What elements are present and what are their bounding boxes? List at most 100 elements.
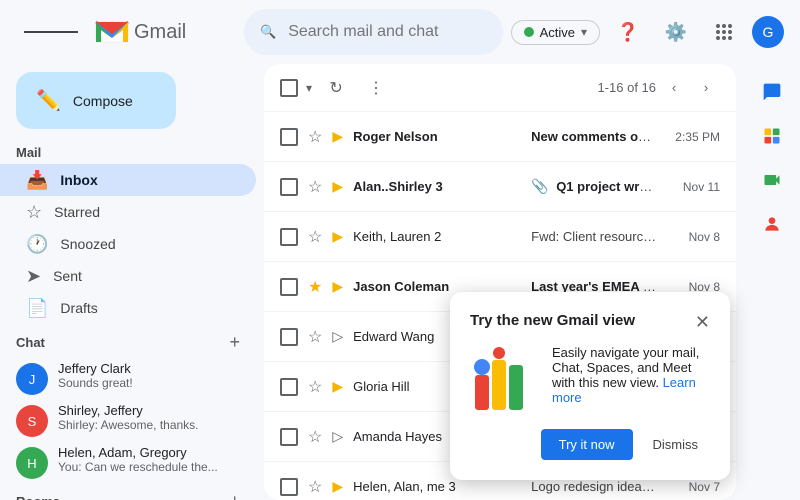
compose-button[interactable]: ✏️ Compose bbox=[16, 72, 176, 129]
add-room-button[interactable]: + bbox=[229, 491, 240, 500]
email-time: Nov 11 bbox=[665, 180, 720, 194]
email-sender: Alan..Shirley 3 bbox=[353, 179, 523, 194]
topbar: Gmail 🔍 Active ▾ ❓ ⚙️ G bbox=[0, 0, 800, 64]
gmail-view-popup: Try the new Gmail view ✕ Easily navigate… bbox=[450, 292, 730, 480]
email-time: Nov 7 bbox=[665, 480, 720, 494]
refresh-button[interactable]: ↻ bbox=[320, 72, 352, 104]
chat-section-label: Chat + bbox=[0, 324, 256, 357]
sidebar-item-snoozed[interactable]: 🕐 Snoozed bbox=[0, 228, 256, 260]
star-icon[interactable]: ☆ bbox=[308, 477, 322, 497]
status-badge[interactable]: Active ▾ bbox=[511, 20, 600, 45]
pagination-next[interactable]: › bbox=[692, 74, 720, 102]
help-button[interactable]: ❓ bbox=[608, 12, 648, 52]
try-it-now-button[interactable]: Try it now bbox=[541, 429, 633, 460]
email-subject: New comments on MCR2020 draft presentati… bbox=[531, 129, 657, 144]
right-panel bbox=[744, 64, 800, 500]
sent-icon: ➤ bbox=[26, 266, 41, 287]
add-chat-button[interactable]: + bbox=[229, 332, 240, 353]
settings-button[interactable]: ⚙️ bbox=[656, 12, 696, 52]
important-icon[interactable]: ▶ bbox=[332, 178, 343, 195]
important-icon[interactable]: ▶ bbox=[332, 378, 343, 395]
email-checkbox[interactable] bbox=[280, 328, 298, 346]
sidebar-item-inbox[interactable]: 📥 Inbox bbox=[0, 164, 256, 196]
compose-label: Compose bbox=[73, 93, 133, 109]
important-icon[interactable]: ▷ bbox=[332, 328, 343, 345]
status-label: Active bbox=[540, 25, 575, 40]
dismiss-button[interactable]: Dismiss bbox=[641, 429, 711, 460]
star-icon[interactable]: ☆ bbox=[308, 327, 322, 347]
popup-text: Easily navigate your mail, Chat, Spaces,… bbox=[552, 345, 710, 405]
email-row[interactable]: ☆ ▶ Roger Nelson New comments on MCR2020… bbox=[264, 112, 736, 162]
chat-item-jeffery[interactable]: J Jeffery Clark Sounds great! bbox=[0, 357, 256, 399]
important-icon[interactable]: ▶ bbox=[332, 478, 343, 495]
email-content: New comments on MCR2020 draft presentati… bbox=[531, 129, 657, 144]
rp-chat-icon[interactable] bbox=[752, 72, 792, 112]
important-icon[interactable]: ▶ bbox=[332, 228, 343, 245]
email-checkbox[interactable] bbox=[280, 428, 298, 446]
star-icon[interactable]: ☆ bbox=[308, 177, 322, 197]
important-icon[interactable]: ▶ bbox=[332, 128, 343, 145]
star-icon[interactable]: ☆ bbox=[308, 227, 322, 247]
email-row[interactable]: ☆ ▶ Keith, Lauren 2 Fwd: Client resource… bbox=[264, 212, 736, 262]
email-time: Nov 8 bbox=[665, 230, 720, 244]
sidebar-item-starred[interactable]: ☆ Starred bbox=[0, 196, 256, 228]
popup-title: Try the new Gmail view bbox=[470, 312, 635, 329]
important-icon[interactable]: ▷ bbox=[332, 428, 343, 445]
email-row[interactable]: ☆ ▶ Alan..Shirley 3 📎 Q1 project wrap-up… bbox=[264, 162, 736, 212]
mail-section-label: Mail bbox=[0, 137, 256, 164]
select-all-checkbox[interactable] bbox=[280, 79, 298, 97]
pagination-text: 1-16 of 16 bbox=[597, 80, 656, 95]
attachment-icon: 📎 bbox=[531, 178, 548, 194]
chat-preview-shirley: Shirley: Awesome, thanks. bbox=[58, 418, 240, 432]
email-checkbox[interactable] bbox=[280, 228, 298, 246]
chevron-select-icon[interactable]: ▾ bbox=[306, 81, 312, 95]
email-sender: Helen, Alan, me 3 bbox=[353, 479, 523, 494]
rooms-section-label: Rooms + bbox=[0, 483, 256, 500]
email-checkbox[interactable] bbox=[280, 178, 298, 196]
more-options-button[interactable]: ⋮ bbox=[360, 72, 392, 104]
star-icon[interactable]: ☆ bbox=[308, 427, 322, 447]
email-subject: Fwd: Client resources for Q3 bbox=[531, 229, 657, 244]
rp-meet-icon[interactable] bbox=[752, 160, 792, 200]
star-icon[interactable]: ☆ bbox=[308, 127, 322, 147]
email-time: 2:35 PM bbox=[665, 130, 720, 144]
email-checkbox[interactable] bbox=[280, 278, 298, 296]
email-checkbox[interactable] bbox=[280, 378, 298, 396]
rp-contacts-icon[interactable] bbox=[752, 204, 792, 244]
search-input[interactable] bbox=[288, 23, 486, 41]
sidebar-item-sent[interactable]: ➤ Sent bbox=[0, 260, 256, 292]
email-content: Fwd: Client resources for Q3 — Ritesh, h… bbox=[531, 229, 657, 244]
chat-name-helen: Helen, Adam, Gregory bbox=[58, 445, 240, 460]
sent-label: Sent bbox=[53, 268, 240, 284]
star-icon[interactable]: ☆ bbox=[308, 377, 322, 397]
star-icon[interactable]: ★ bbox=[308, 277, 322, 297]
email-checkbox[interactable] bbox=[280, 128, 298, 146]
hamburger-menu[interactable] bbox=[16, 20, 86, 44]
chevron-down-icon: ▾ bbox=[581, 25, 587, 39]
drafts-icon: 📄 bbox=[26, 298, 48, 319]
chat-info-jeffery: Jeffery Clark Sounds great! bbox=[58, 361, 240, 390]
apps-button[interactable] bbox=[704, 12, 744, 52]
pagination: 1-16 of 16 ‹ › bbox=[597, 74, 720, 102]
chat-preview-helen: You: Can we reschedule the... bbox=[58, 460, 240, 474]
important-icon[interactable]: ▶ bbox=[332, 278, 343, 295]
chat-avatar-jeffery: J bbox=[16, 363, 48, 395]
email-content: 📎 Q1 project wrap-up — Here's a list of … bbox=[531, 178, 657, 195]
avatar[interactable]: G bbox=[752, 16, 784, 48]
search-bar[interactable]: 🔍 bbox=[244, 9, 503, 55]
pagination-prev[interactable]: ‹ bbox=[660, 74, 688, 102]
email-checkbox[interactable] bbox=[280, 478, 298, 496]
sidebar-item-drafts[interactable]: 📄 Drafts bbox=[0, 292, 256, 324]
chat-item-shirley[interactable]: S Shirley, Jeffery Shirley: Awesome, tha… bbox=[0, 399, 256, 441]
popup-actions: Try it now Dismiss bbox=[470, 429, 710, 460]
drafts-label: Drafts bbox=[60, 300, 240, 316]
rp-spaces-icon[interactable] bbox=[752, 116, 792, 156]
topbar-right: Active ▾ ❓ ⚙️ G bbox=[511, 12, 784, 52]
popup-close-button[interactable]: ✕ bbox=[695, 312, 710, 333]
inbox-label: Inbox bbox=[60, 172, 240, 188]
email-subject: Q1 project wrap-up bbox=[556, 179, 657, 194]
gmail-logo: Gmail bbox=[94, 18, 186, 46]
chat-preview-jeffery: Sounds great! bbox=[58, 376, 240, 390]
chat-item-helen[interactable]: H Helen, Adam, Gregory You: Can we resch… bbox=[0, 441, 256, 483]
inbox-icon: 📥 bbox=[26, 170, 48, 191]
